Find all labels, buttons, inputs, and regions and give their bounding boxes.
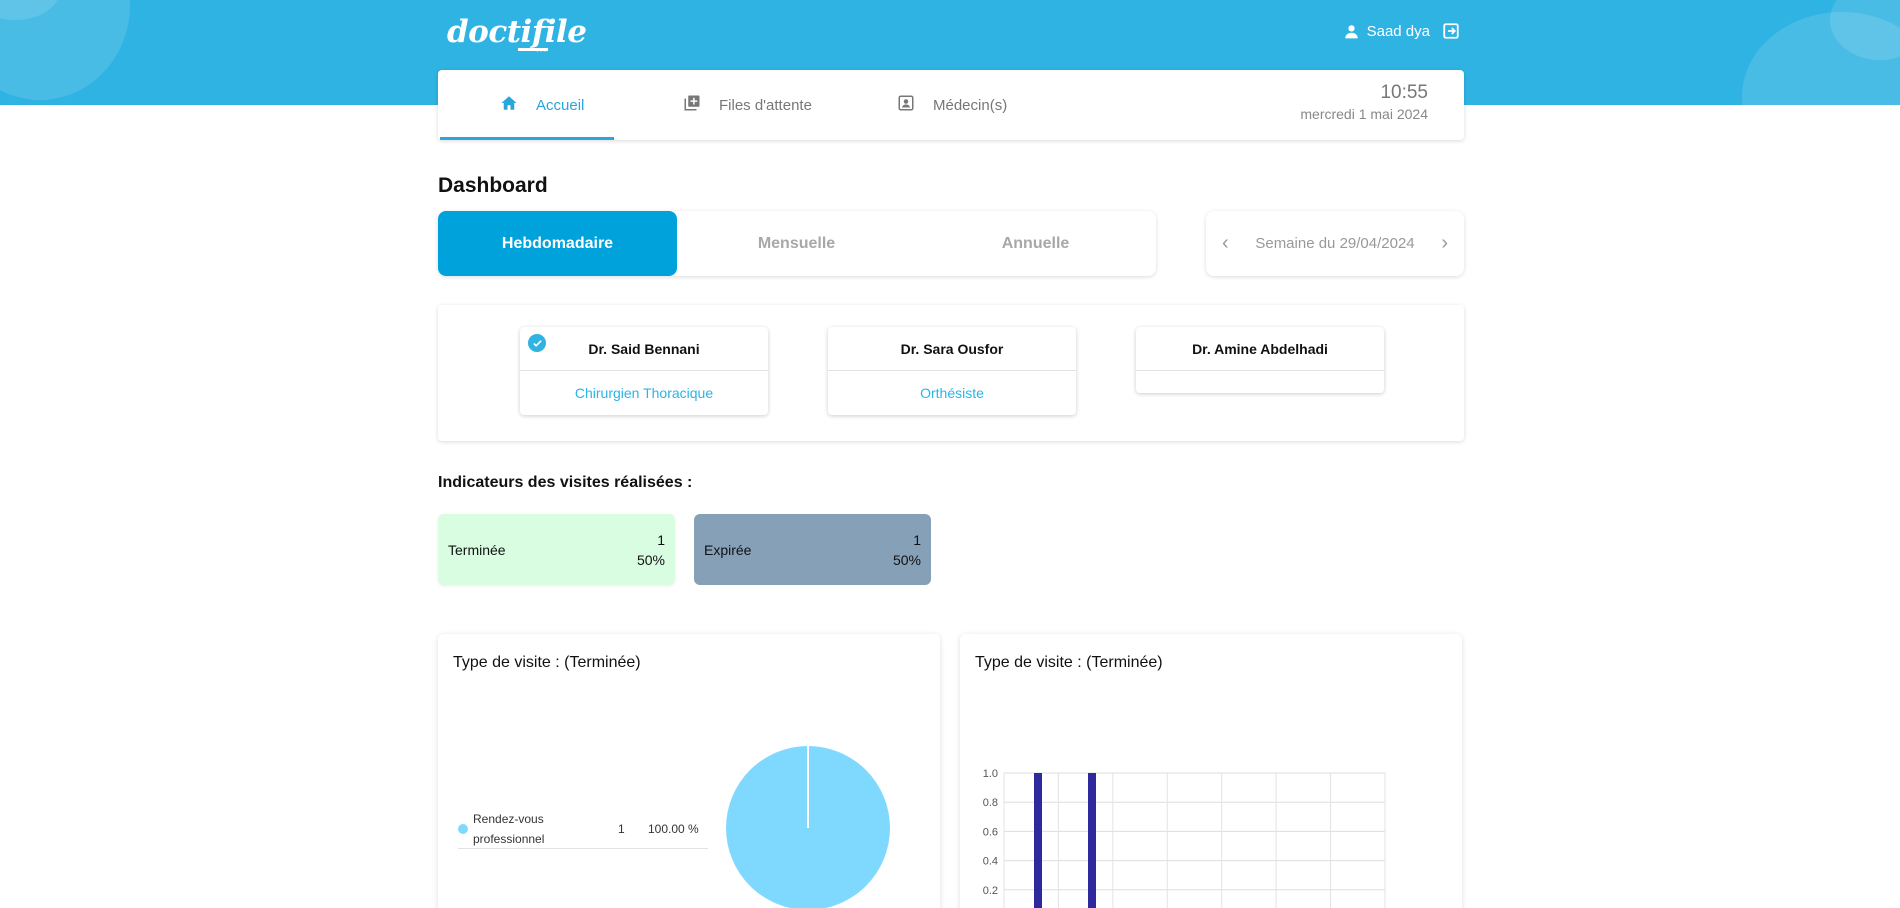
week-label: Semaine du 29/04/2024 <box>1255 235 1415 252</box>
legend-percent: 100.00 % <box>648 821 699 836</box>
bar[interactable] <box>1034 773 1042 908</box>
doctor-name: Dr. Amine Abdelhadi <box>1136 327 1384 371</box>
indicator-count: 1 <box>913 531 921 548</box>
week-navigator: ‹ Semaine du 29/04/2024 › <box>1206 211 1464 276</box>
clock-date: mercredi 1 mai 2024 <box>1300 106 1428 122</box>
bar[interactable] <box>1088 773 1096 908</box>
indicator-label: Expirée <box>704 541 752 558</box>
doctor-badge-icon <box>897 94 915 116</box>
y-tick-label: 0.4 <box>983 856 998 868</box>
home-icon <box>500 94 518 116</box>
chevron-left-icon[interactable]: ‹ <box>1222 232 1229 255</box>
legend-dot <box>458 823 468 834</box>
bar-chart: 1.0 0.8 0.6 0.4 0.2 <box>983 768 1386 908</box>
user-icon <box>1344 24 1359 39</box>
main-navbar: Accueil Files d'attente Médecin(s) 10:55… <box>438 70 1464 140</box>
indicator-percent: 50% <box>892 551 921 568</box>
doctor-specialty: Chirurgien Thoracique <box>574 385 714 401</box>
tab-accueil[interactable]: Accueil <box>439 70 615 140</box>
logout-icon[interactable] <box>1438 22 1460 40</box>
indicator-terminee[interactable]: Terminée 1 50% <box>438 514 675 585</box>
period-annuelle-button[interactable]: Annuelle <box>916 211 1155 276</box>
check-circle-icon <box>528 334 546 352</box>
doctor-specialty: Orthésiste <box>920 385 984 401</box>
pie-chart-panel: Type de visite : (Terminée) Rendez-vous … <box>438 634 940 908</box>
indicator-label: Terminée <box>448 541 506 558</box>
indicators-title: Indicateurs des visites réalisées : <box>438 474 693 491</box>
legend-label-line2: professionnel <box>473 831 545 846</box>
clock: 10:55 mercredi 1 mai 2024 <box>1300 82 1428 122</box>
user-menu[interactable]: Saad dya <box>1344 22 1460 40</box>
period-selector: Hebdomadaire Mensuelle Annuelle <box>438 211 1156 276</box>
queue-icon <box>683 94 701 116</box>
y-tick-label: 1.0 <box>983 768 998 780</box>
y-tick-label: 0.6 <box>983 826 998 838</box>
user-name: Saad dya <box>1366 22 1430 40</box>
indicator-percent: 50% <box>636 551 665 568</box>
doctor-card[interactable]: Dr. Said Bennani Chirurgien Thoracique <box>520 327 768 415</box>
clock-time: 10:55 <box>1380 82 1428 103</box>
doctor-name: Dr. Sara Ousfor <box>828 327 1076 371</box>
doctor-name: Dr. Said Bennani <box>520 327 768 371</box>
y-tick-label: 0.2 <box>983 885 998 897</box>
legend-label: Rendez-vous professionnel <box>473 809 618 849</box>
doctor-card[interactable]: Dr. Amine Abdelhadi <box>1136 327 1384 393</box>
legend-label-line1: Rendez-vous <box>473 811 544 826</box>
bar-chart-panel: Type de visite : (Terminée) 1.0 0.8 0.6 0.4… <box>960 634 1462 908</box>
tab-label: Médecin(s) <box>933 96 1008 114</box>
period-mensuelle-button[interactable]: Mensuelle <box>677 211 916 276</box>
panel-title: Type de visite : (Terminée) <box>453 654 641 671</box>
doctor-card[interactable]: Dr. Sara Ousfor Orthésiste <box>828 327 1076 415</box>
doctor-selector: Dr. Said Bennani Chirurgien Thoracique D… <box>438 305 1464 441</box>
page-title: Dashboard <box>438 174 548 197</box>
logo[interactable]: doctifile <box>447 14 587 50</box>
tab-medecins[interactable]: Médecin(s) <box>897 70 1007 140</box>
tab-files-attente[interactable]: Files d'attente <box>683 70 812 140</box>
logo-dots: ••• <box>536 46 548 55</box>
indicator-expiree[interactable]: Expirée 1 50% <box>694 514 931 585</box>
doctor-specialty <box>1136 371 1384 393</box>
legend-row: Rendez-vous professionnel 1 100.00 % <box>458 809 708 849</box>
tab-label: Files d'attente <box>719 96 812 114</box>
tab-label: Accueil <box>536 96 585 114</box>
indicator-count: 1 <box>657 531 665 548</box>
chevron-right-icon[interactable]: › <box>1441 232 1448 255</box>
legend-count: 1 <box>618 821 625 836</box>
y-tick-label: 0.8 <box>983 797 998 809</box>
pie-chart <box>726 746 890 908</box>
period-hebdomadaire-button[interactable]: Hebdomadaire <box>438 211 677 276</box>
